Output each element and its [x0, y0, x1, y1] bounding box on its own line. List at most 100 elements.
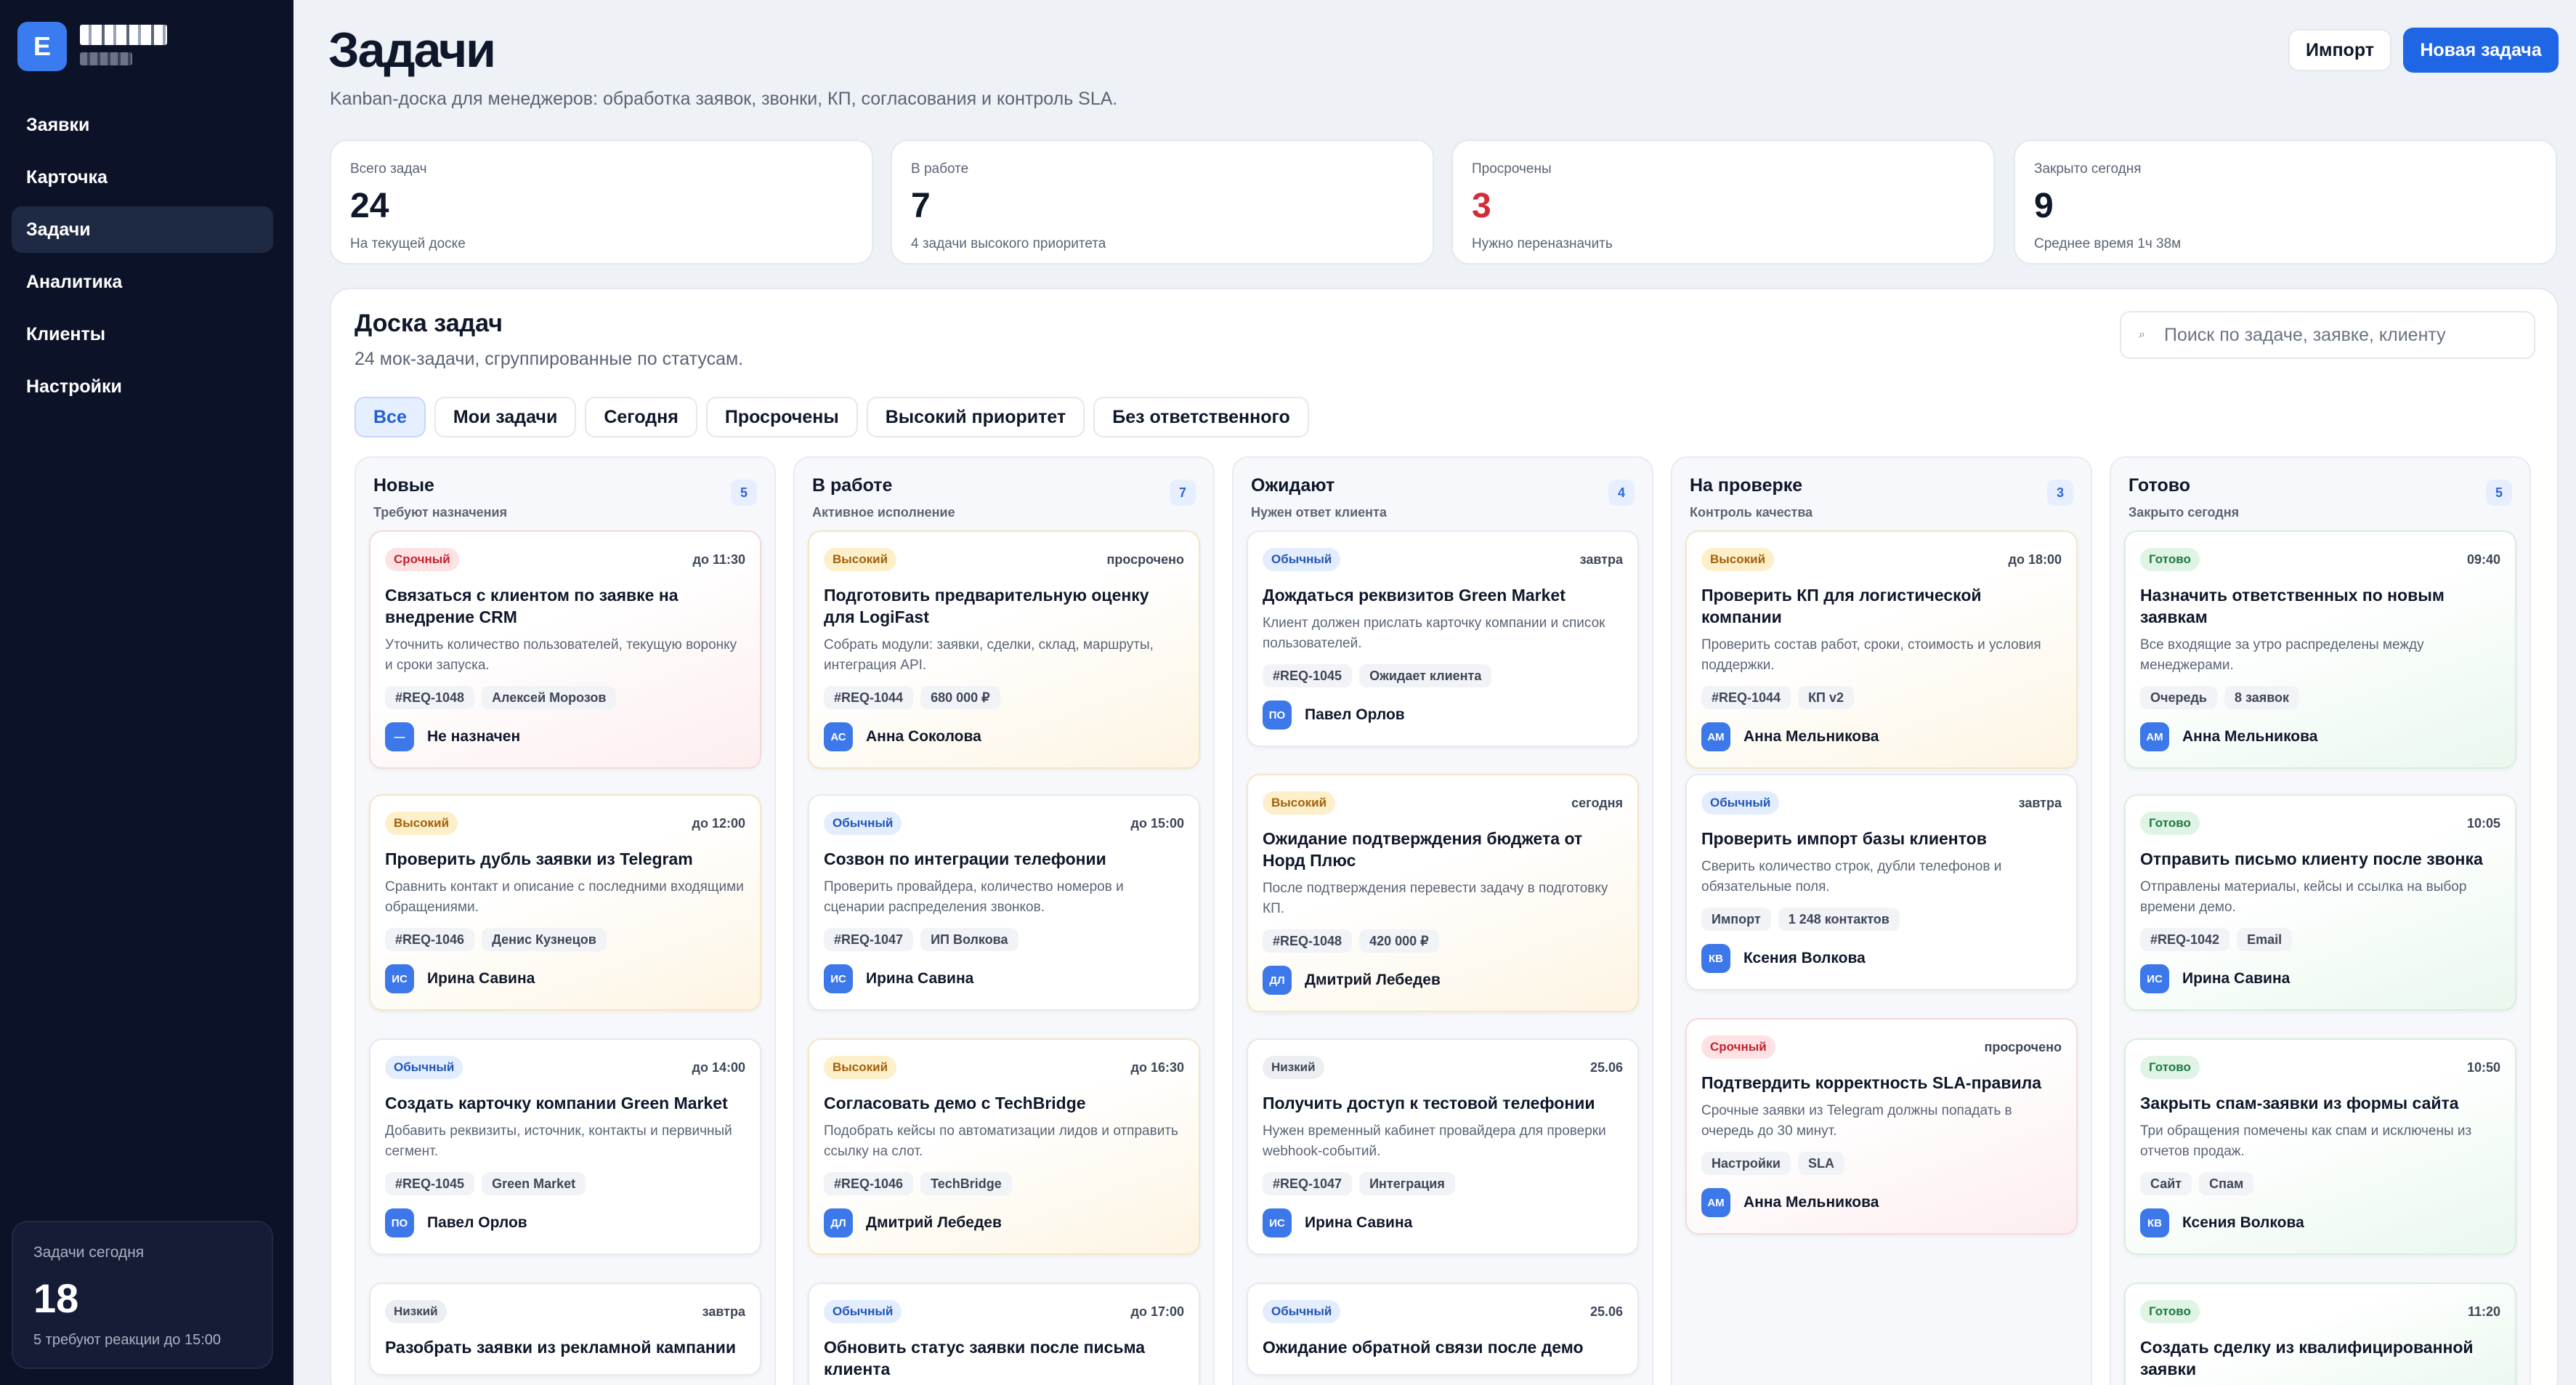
priority-badge: Готово — [2140, 1300, 2200, 1323]
task-title: Разобрать заявки из рекламной кампании — [385, 1338, 737, 1357]
stat-value: 3 — [1472, 187, 1491, 225]
search-input[interactable]: ⌕ Поиск по задаче, заявке, клиенту — [2120, 311, 2535, 359]
priority-badge: Обычный — [824, 812, 902, 835]
sidebar-item-analytics[interactable]: Аналитика — [12, 259, 273, 305]
priority-badge: Срочный — [385, 548, 459, 571]
column-count-badge: 5 — [2486, 480, 2512, 506]
priority-badge: Обычный — [1263, 548, 1341, 571]
task-title: Проверить КП для логистической компании — [1701, 586, 1982, 626]
priority-badge: Готово — [2140, 548, 2200, 571]
task-description: Нужен временный кабинет провайдера для п… — [1263, 1123, 1606, 1159]
task-card[interactable]: Низкий 25.06 Получить доступ к тестовой те… — [1247, 1038, 1639, 1255]
task-description: Добавить реквизиты, источник, контакты и… — [385, 1123, 732, 1159]
task-card[interactable]: Обычный 25.06 Ожидание обратной связи посл… — [1247, 1283, 1639, 1376]
column-review: На проверке Контроль качества 3 Высокий до 1… — [1671, 456, 2092, 1385]
task-tags: #REQ-1044 КП v2 — [1701, 686, 2062, 709]
task-description: Уточнить количество пользователей, текущ… — [385, 637, 737, 673]
task-tag: Импорт — [1701, 908, 1771, 931]
search-placeholder: Поиск по задаче, заявке, клиенту — [2163, 324, 2446, 345]
task-card[interactable]: Высокий до 18:00 Проверить КП для логистич… — [1685, 530, 2078, 769]
task-description: После подтверждения перевести задачу в п… — [1263, 881, 1608, 916]
priority-badge: Низкий — [1263, 1056, 1324, 1079]
priority-badge: Готово — [2140, 812, 2200, 835]
task-card[interactable]: Обычный завтра Проверить импорт базы клиен… — [1685, 774, 2078, 990]
stat-label: Просрочены — [1472, 161, 1552, 177]
task-card[interactable]: Срочный просрочено Подтвердить корректност… — [1685, 1018, 2078, 1235]
owner-name: Дмитрий Лебедев — [1305, 972, 1441, 988]
task-owner: ДЛ Дмитрий Лебедев — [824, 1208, 1184, 1237]
card-header: Высокий сегодня — [1263, 791, 1623, 815]
task-title: Закрыть спам-заявки из формы сайта — [2140, 1094, 2459, 1113]
task-card[interactable]: Высокий до 12:00 Проверить дубль заявки из… — [369, 794, 761, 1011]
task-card[interactable]: Обычный до 17:00 Обновить статус заявки по… — [808, 1283, 1200, 1385]
app-logo[interactable]: E — [17, 22, 67, 71]
avatar: АМ — [1701, 1188, 1730, 1217]
task-card[interactable]: Готово 10:50 Закрыть спам-заявки из формы … — [2124, 1038, 2516, 1255]
stat-label: Всего задач — [350, 161, 427, 177]
sidebar-item-requests[interactable]: Заявки — [12, 102, 273, 148]
sidebar-item-tasks[interactable]: Задачи — [12, 206, 273, 253]
sidebar-item-clients[interactable]: Клиенты — [12, 311, 273, 358]
owner-name: Ирина Савина — [866, 970, 974, 987]
filter-overdue[interactable]: Просрочены — [705, 397, 858, 437]
stat-value: 9 — [2034, 187, 2054, 225]
priority-badge: Обычный — [1263, 1300, 1341, 1323]
priority-badge: Срочный — [1701, 1035, 1775, 1059]
task-card[interactable]: Срочный до 11:30 Связаться с клиентом по з… — [369, 530, 761, 769]
task-card[interactable]: Обычный до 14:00 Создать карточку компании… — [369, 1038, 761, 1255]
card-header: Готово 11:20 — [2140, 1300, 2500, 1323]
due-time: 09:40 — [2466, 552, 2500, 567]
search-icon: ⌕ — [2139, 328, 2145, 341]
task-tag: #REQ-1047 — [1263, 1172, 1353, 1195]
task-card[interactable]: Низкий завтра Разобрать заявки из рекламно… — [369, 1283, 761, 1376]
card-header: Срочный до 11:30 — [385, 548, 745, 571]
filter-high-priority[interactable]: Высокий приоритет — [866, 397, 1085, 437]
card-header: Готово 09:40 — [2140, 548, 2500, 571]
column-header: Новые Требуют назначения 5 — [356, 458, 774, 528]
stat-card-closed-today: Закрыто сегодня 9 Среднее время 1ч 38м — [2014, 140, 2557, 265]
stat-card-in-progress: В работе 7 4 задачи высокого приоритета — [891, 140, 1434, 265]
due-time: 10:05 — [2466, 815, 2500, 831]
task-card[interactable]: Готово 11:20 Создать сделку из квалифициро… — [2124, 1283, 2516, 1385]
avatar: ИС — [385, 964, 414, 993]
avatar: ИС — [824, 964, 853, 993]
task-tag: #REQ-1048 — [1263, 929, 1353, 953]
card-header: Обычный 25.06 — [1263, 1300, 1623, 1323]
owner-name: Павел Орлов — [1305, 706, 1405, 723]
task-tag: #REQ-1044 — [1701, 686, 1791, 709]
task-card[interactable]: Готово 09:40 Назначить ответственных по но… — [2124, 530, 2516, 769]
task-description: Сверить количество строк, дубли телефоно… — [1701, 859, 2002, 895]
priority-badge: Высокий — [1701, 548, 1775, 571]
card-header: Высокий до 12:00 — [385, 812, 745, 835]
task-description: Проверить состав работ, сроки, стоимость… — [1701, 637, 2041, 673]
task-card[interactable]: Обычный завтра Дождаться реквизитов Green … — [1247, 530, 1639, 747]
stat-label: Закрыто сегодня — [2034, 161, 2142, 177]
sidebar-item-card[interactable]: Карточка — [12, 154, 273, 201]
filter-all[interactable]: Все — [355, 397, 426, 437]
priority-badge: Высокий — [824, 548, 897, 571]
sidebar-item-settings[interactable]: Настройки — [12, 363, 273, 410]
owner-name: Анна Мельникова — [1743, 1194, 1879, 1211]
sidebar-nav: Заявки Карточка Задачи Аналитика Клиенты… — [12, 102, 273, 416]
column-count-badge: 7 — [1170, 480, 1196, 506]
column-subtitle: Активное исполнение — [812, 505, 955, 520]
task-title: Согласовать демо с TechBridge — [824, 1094, 1086, 1113]
filter-my-tasks[interactable]: Мои задачи — [434, 397, 577, 437]
stat-label: В работе — [911, 161, 969, 177]
task-title: Дождаться реквизитов Green Market — [1263, 586, 1566, 605]
import-button[interactable]: Импорт — [2288, 29, 2391, 71]
task-card[interactable]: Обычный до 15:00 Созвон по интеграции теле… — [808, 794, 1200, 1011]
task-tags: #REQ-1048 420 000 ₽ — [1263, 929, 1623, 953]
new-task-button[interactable]: Новая задача — [2403, 28, 2559, 73]
task-owner: КВ Ксения Волкова — [1701, 944, 2062, 973]
task-tag: Алексей Морозов — [482, 686, 617, 709]
task-tag: Green Market — [482, 1172, 586, 1195]
task-card[interactable]: Высокий до 16:30 Согласовать демо с TechBr… — [808, 1038, 1200, 1255]
task-card[interactable]: Готово 10:05 Отправить письмо клиенту посл… — [2124, 794, 2516, 1011]
filter-today[interactable]: Сегодня — [585, 397, 697, 437]
task-card[interactable]: Высокий просрочено Подготовить предварител… — [808, 530, 1200, 769]
task-description: Проверить провайдера, количество номеров… — [824, 879, 1124, 915]
filter-unassigned[interactable]: Без ответственного — [1093, 397, 1309, 437]
task-card[interactable]: Высокий сегодня Ожидание подтверждения бюд… — [1247, 774, 1639, 1012]
task-description: Собрать модули: заявки, сделки, склад, м… — [824, 637, 1154, 673]
